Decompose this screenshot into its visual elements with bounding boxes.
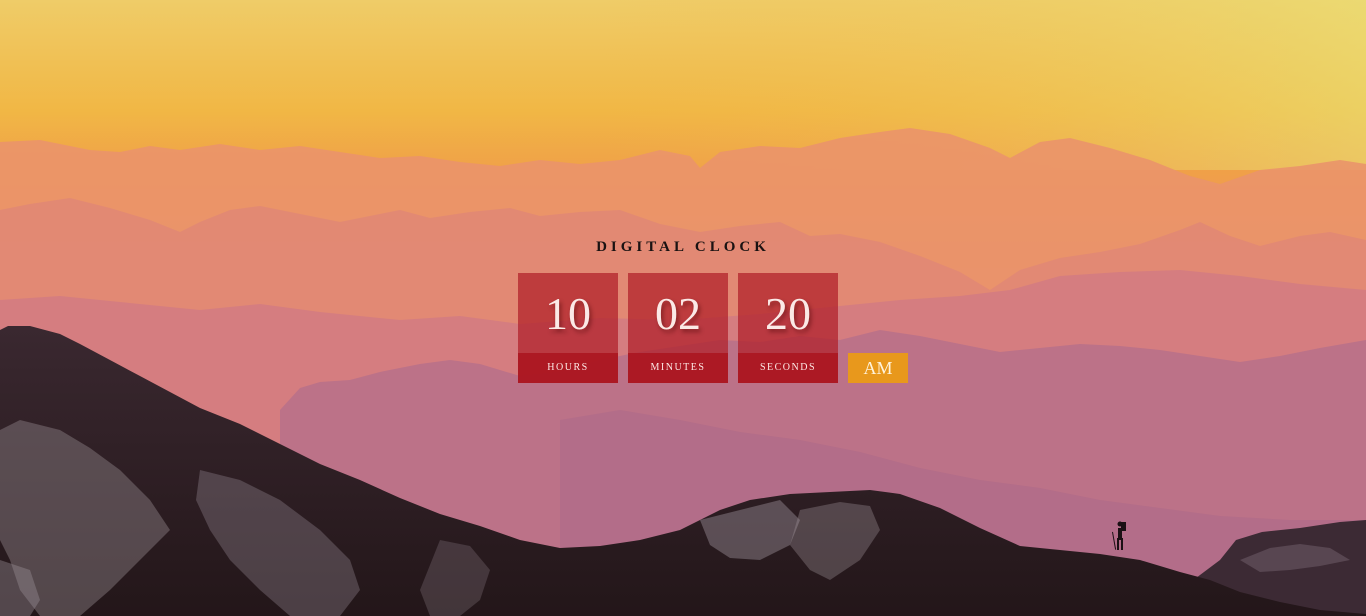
- hours-value: 10: [545, 288, 591, 339]
- minutes-box: 02 MINUTES: [628, 273, 728, 383]
- minutes-value: 02: [655, 288, 701, 339]
- ampm-indicator: AM: [848, 353, 908, 383]
- hours-box: 10 HOURS: [518, 273, 618, 383]
- hours-label: HOURS: [518, 353, 618, 383]
- seconds-box: 20 SECONDS: [738, 273, 838, 383]
- seconds-value: 20: [765, 288, 811, 339]
- seconds-label: SECONDS: [738, 353, 838, 383]
- page-title: DIGITAL CLOCK: [596, 239, 770, 255]
- minutes-label: MINUTES: [628, 353, 728, 383]
